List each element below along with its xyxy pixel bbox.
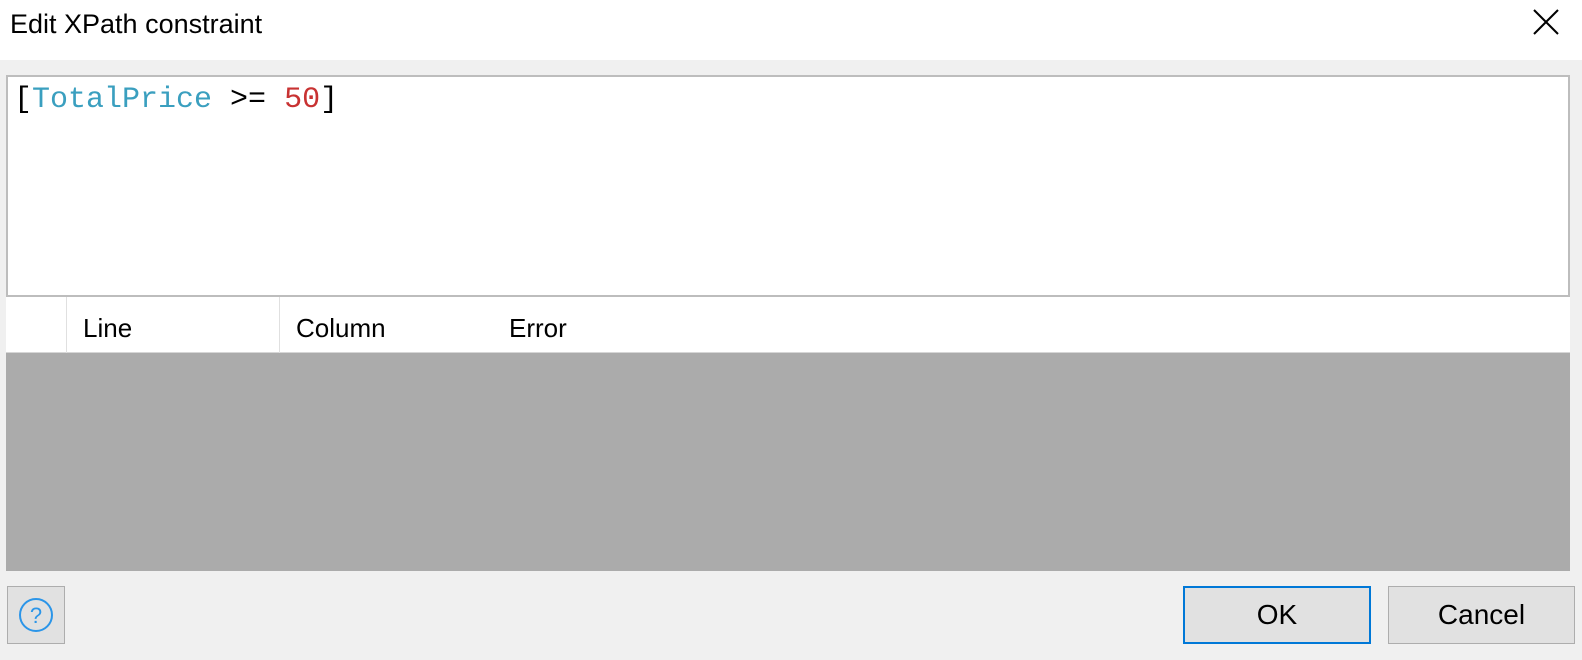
close-button[interactable] bbox=[1528, 4, 1564, 40]
operator-token: >= bbox=[212, 83, 285, 117]
help-button[interactable]: ? bbox=[7, 586, 65, 644]
column-header-column[interactable]: Column bbox=[280, 297, 493, 353]
question-circle-icon: ? bbox=[19, 598, 53, 632]
bracket-close-token: ] bbox=[320, 83, 339, 117]
error-list[interactable]: Line Column Error bbox=[6, 297, 1570, 571]
column-header-icon[interactable] bbox=[6, 297, 67, 353]
error-list-header: Line Column Error bbox=[6, 297, 1570, 353]
bracket-open-token: [ bbox=[14, 83, 33, 117]
value-token: 50 bbox=[284, 83, 321, 117]
ok-button[interactable]: OK bbox=[1183, 586, 1371, 644]
xpath-code[interactable]: [TotalPrice >= 50] bbox=[14, 81, 338, 119]
dialog-title: Edit XPath constraint bbox=[10, 9, 263, 39]
svg-text:?: ? bbox=[30, 603, 42, 628]
close-icon bbox=[1533, 9, 1559, 35]
column-header-error[interactable]: Error bbox=[493, 297, 1093, 353]
title-bar: Edit XPath constraint bbox=[0, 0, 1582, 60]
cancel-button[interactable]: Cancel bbox=[1388, 586, 1575, 644]
column-header-line[interactable]: Line bbox=[67, 297, 280, 353]
attribute-token: TotalPrice bbox=[32, 83, 213, 117]
xpath-editor[interactable]: [TotalPrice >= 50] bbox=[6, 75, 1570, 297]
